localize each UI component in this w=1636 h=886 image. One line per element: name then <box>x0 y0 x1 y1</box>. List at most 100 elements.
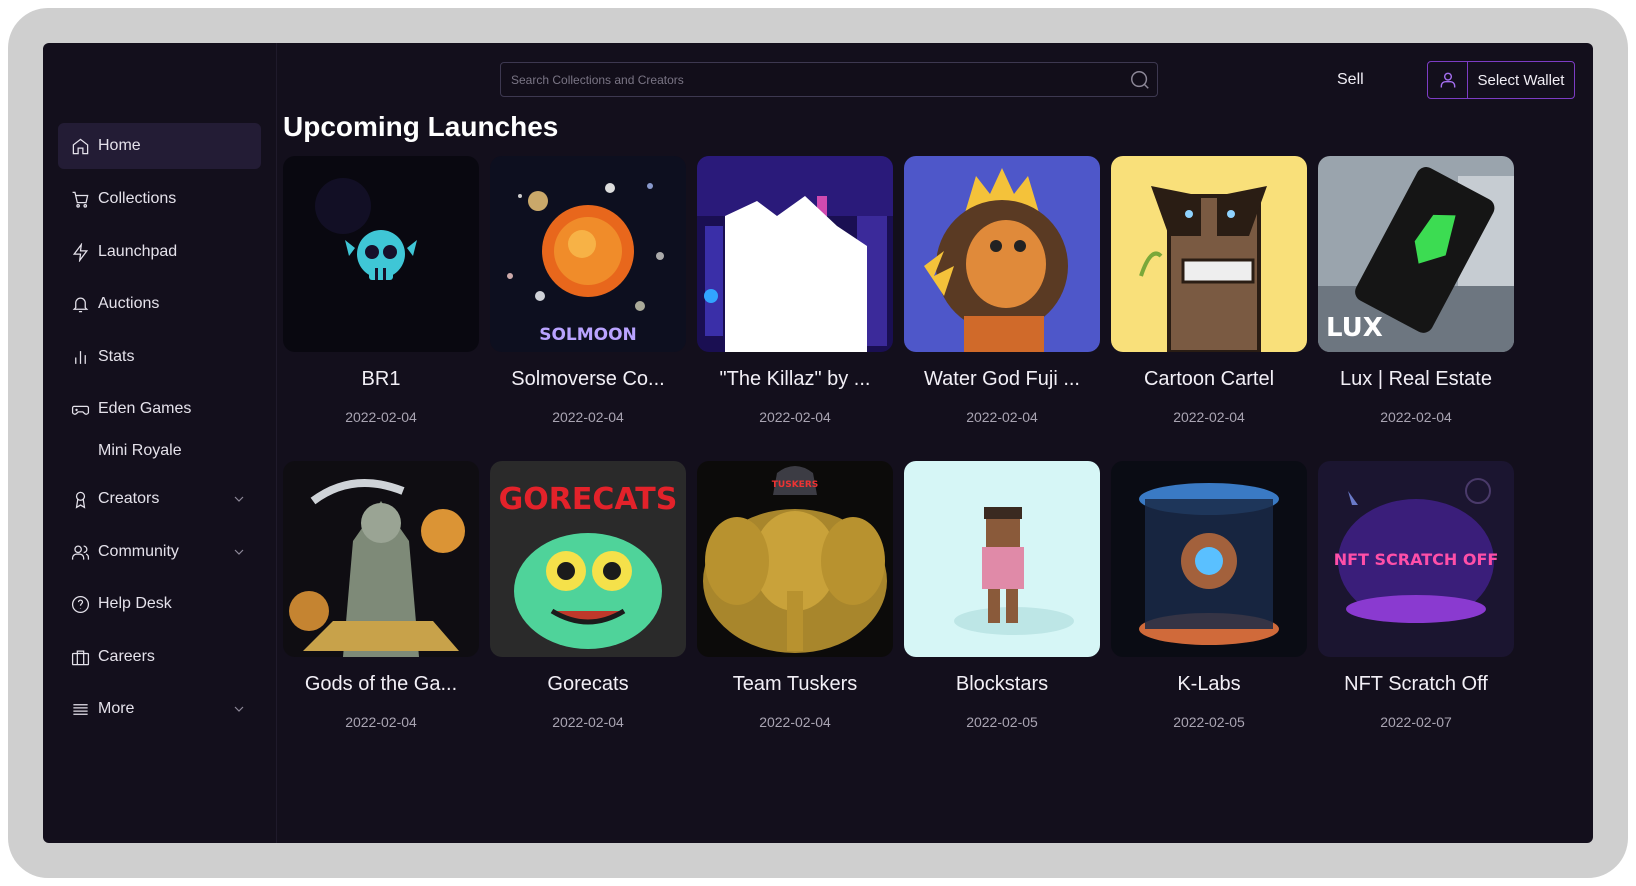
select-wallet-label: Select Wallet <box>1477 71 1565 89</box>
collection-image-solmoverse[interactable]: SOLMOON <box>490 156 686 352</box>
gamepad-icon <box>70 399 90 419</box>
lux-logo: LUX <box>1326 313 1383 343</box>
launch-date: 2022-02-04 <box>1380 409 1452 425</box>
collection-card[interactable]: LUX Lux | Real Estate 2022-02-04 <box>1318 156 1514 425</box>
briefcase-icon <box>70 647 90 667</box>
select-wallet-button[interactable]: Select Wallet <box>1427 61 1575 99</box>
launch-date: 2022-02-04 <box>759 409 831 425</box>
menu-icon <box>70 699 90 719</box>
sidebar-item-careers[interactable]: Careers <box>58 634 261 680</box>
sidebar-item-label: Mini Royale <box>98 442 182 459</box>
collection-image-blockstars[interactable] <box>904 461 1100 657</box>
sidebar-item-label: Home <box>98 137 141 154</box>
home-icon <box>70 136 90 156</box>
collection-name[interactable]: Cartoon Cartel <box>1111 368 1307 391</box>
search-bar[interactable] <box>500 62 1158 97</box>
sidebar-item-label: More <box>98 700 135 717</box>
sidebar-item-community[interactable]: Community <box>58 529 261 575</box>
collection-name[interactable]: Lux | Real Estate <box>1318 368 1514 391</box>
sidebar-item-label: Help Desk <box>98 595 172 612</box>
collection-card[interactable]: BR1 2022-02-04 <box>283 156 479 425</box>
collection-image-the-killaz[interactable] <box>697 156 893 352</box>
chevron-down-icon[interactable] <box>231 701 247 722</box>
collection-name[interactable]: Blockstars <box>904 673 1100 696</box>
tuskers-cap-logo: TUSKERS <box>772 480 818 490</box>
sidebar-item-label: Careers <box>98 648 155 665</box>
sidebar-item-more[interactable]: More <box>58 686 261 732</box>
collection-image-br1[interactable] <box>283 156 479 352</box>
collection-card[interactable]: "The Killaz" by ... 2022-02-04 <box>697 156 893 425</box>
sidebar-item-help-desk[interactable]: Help Desk <box>58 581 261 627</box>
collection-card[interactable]: K-Labs 2022-02-05 <box>1111 461 1307 730</box>
sidebar: Home Collections Launchpad Auctions Stat… <box>43 43 277 843</box>
chevron-down-icon[interactable] <box>231 491 247 512</box>
page-title: Upcoming Launches <box>283 111 559 142</box>
collection-card[interactable]: NFT SCRATCH OFF NFT Scratch Off 2022-02-… <box>1318 461 1514 730</box>
collection-name[interactable]: Gorecats <box>490 673 686 696</box>
search-icon[interactable] <box>1129 69 1151 96</box>
collection-card[interactable]: Blockstars 2022-02-05 <box>904 461 1100 730</box>
sidebar-item-home[interactable]: Home <box>58 123 261 169</box>
sell-link[interactable]: Sell <box>1337 71 1364 89</box>
sidebar-item-creators[interactable]: Creators <box>58 476 261 522</box>
sidebar-item-label: Community <box>98 543 179 560</box>
collection-name[interactable]: BR1 <box>283 368 479 391</box>
users-icon <box>70 542 90 562</box>
collection-card[interactable]: Gods of the Ga... 2022-02-04 <box>283 461 479 730</box>
launch-date: 2022-02-07 <box>1380 714 1452 730</box>
collection-card[interactable]: GORECATS Gorecats 2022-02-04 <box>490 461 686 730</box>
launch-date: 2022-02-04 <box>552 409 624 425</box>
sidebar-item-auctions[interactable]: Auctions <box>58 281 261 327</box>
bar-chart-icon <box>70 347 90 367</box>
launch-date: 2022-02-04 <box>345 409 417 425</box>
sidebar-item-label: Creators <box>98 490 160 507</box>
launch-date: 2022-02-04 <box>552 714 624 730</box>
sidebar-item-mini-royale[interactable]: Mini Royale <box>58 428 261 474</box>
sidebar-item-label: Eden Games <box>98 400 192 417</box>
collection-name[interactable]: Solmoverse Co... <box>490 368 686 391</box>
collection-name[interactable]: K-Labs <box>1111 673 1307 696</box>
lightning-icon <box>70 242 90 262</box>
collection-name[interactable]: Water God Fuji ... <box>904 368 1100 391</box>
sidebar-item-stats[interactable]: Stats <box>58 334 261 380</box>
help-circle-icon <box>70 594 90 614</box>
bell-icon <box>70 294 90 314</box>
award-icon <box>70 489 90 509</box>
collection-image-team-tuskers[interactable]: TUSKERS <box>697 461 893 657</box>
solmoon-logo: SOLMOON <box>539 325 637 345</box>
collection-image-nft-scratch-off[interactable]: NFT SCRATCH OFF <box>1318 461 1514 657</box>
search-input[interactable] <box>511 72 1101 87</box>
collection-card[interactable]: Cartoon Cartel 2022-02-04 <box>1111 156 1307 425</box>
sidebar-item-label: Collections <box>98 190 177 207</box>
gorecats-logo: GORECATS <box>499 482 678 517</box>
collection-image-gorecats[interactable]: GORECATS <box>490 461 686 657</box>
collection-image-lux-real-estate[interactable]: LUX <box>1318 156 1514 352</box>
collection-name[interactable]: NFT Scratch Off <box>1318 673 1514 696</box>
launch-date: 2022-02-05 <box>966 714 1038 730</box>
sidebar-item-collections[interactable]: Collections <box>58 176 261 222</box>
sidebar-item-label: Launchpad <box>98 243 178 260</box>
sidebar-item-label: Stats <box>98 348 135 365</box>
launch-date: 2022-02-05 <box>1173 714 1245 730</box>
launch-date: 2022-02-04 <box>759 714 831 730</box>
user-icon <box>1428 62 1468 98</box>
collection-name[interactable]: Team Tuskers <box>697 673 893 696</box>
app-window: Home Collections Launchpad Auctions Stat… <box>43 43 1593 843</box>
launch-date: 2022-02-04 <box>1173 409 1245 425</box>
launch-date: 2022-02-04 <box>345 714 417 730</box>
chevron-down-icon[interactable] <box>231 544 247 565</box>
collection-image-gods-of-the-game[interactable] <box>283 461 479 657</box>
collection-image-k-labs[interactable] <box>1111 461 1307 657</box>
collection-name[interactable]: Gods of the Ga... <box>283 673 479 696</box>
sidebar-item-label: Auctions <box>98 295 160 312</box>
cart-icon <box>70 189 90 209</box>
collection-card[interactable]: TUSKERS Team Tuskers 2022-02-04 <box>697 461 893 730</box>
collection-image-cartoon-cartel[interactable] <box>1111 156 1307 352</box>
sidebar-item-eden-games[interactable]: Eden Games <box>58 386 261 432</box>
collection-name[interactable]: "The Killaz" by ... <box>697 368 893 391</box>
collection-image-water-god-fuji[interactable] <box>904 156 1100 352</box>
launch-date: 2022-02-04 <box>966 409 1038 425</box>
collection-card[interactable]: SOLMOON Solmoverse Co... 2022-02-04 <box>490 156 686 425</box>
collection-card[interactable]: Water God Fuji ... 2022-02-04 <box>904 156 1100 425</box>
sidebar-item-launchpad[interactable]: Launchpad <box>58 229 261 275</box>
